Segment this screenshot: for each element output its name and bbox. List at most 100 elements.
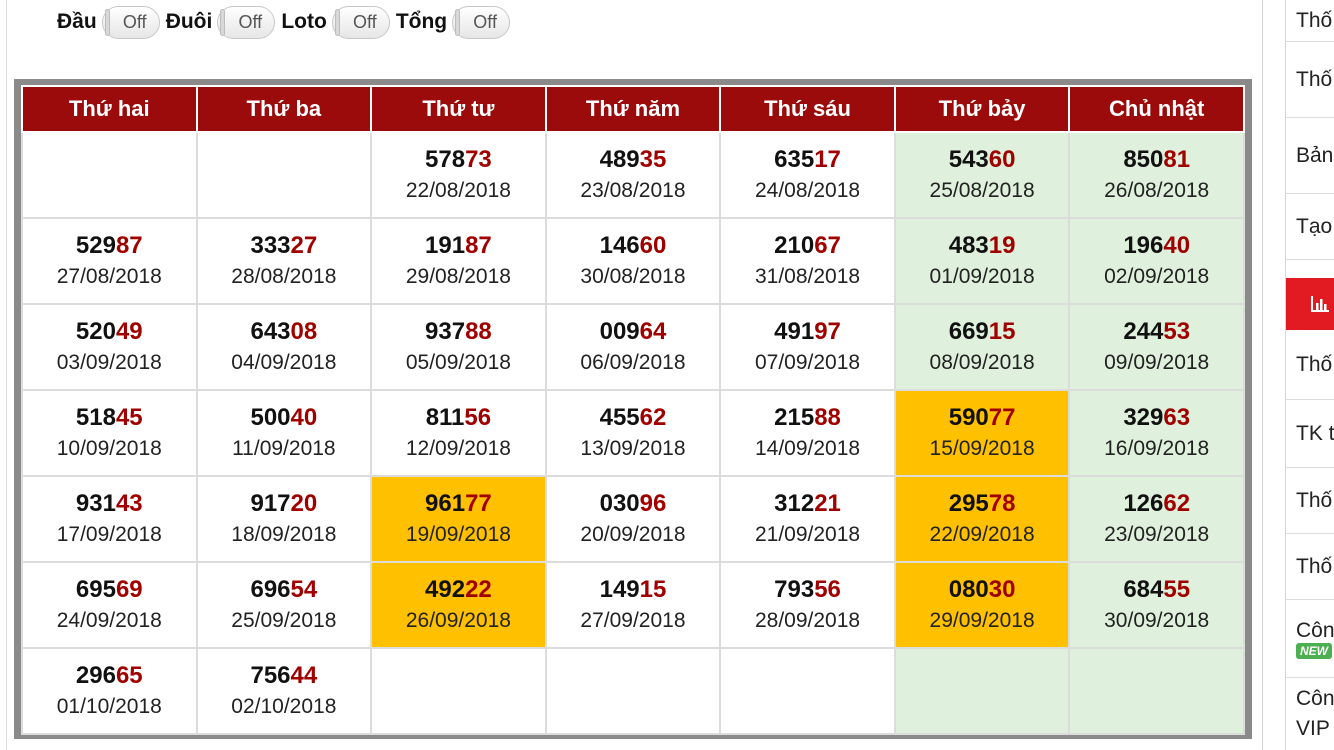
calendar-week-row: 29665 01/10/2018 75644 02/10/2018 <box>21 647 1245 735</box>
result-date: 03/09/2018 <box>56 351 162 374</box>
sidebar-item[interactable]: Thố <box>1286 0 1334 42</box>
calendar-cell: 14915 27/09/2018 <box>544 561 722 649</box>
sidebar-item[interactable]: Tạo <box>1286 194 1334 260</box>
sidebar-item-label: Thố <box>1296 488 1333 512</box>
toggle-duoi[interactable]: Off <box>217 5 276 39</box>
result-number-tail: 45 <box>115 404 143 431</box>
sidebar-item[interactable]: Thố <box>1286 468 1334 534</box>
result-date: 22/08/2018 <box>405 179 511 202</box>
result-number-head: 937 <box>425 318 466 345</box>
toggle-label-duoi: Đuôi <box>165 10 213 33</box>
sidebar-item-label: TK t <box>1296 421 1334 445</box>
result-number: 85081 <box>1070 144 1243 176</box>
sidebar-item[interactable]: Bản <box>1286 118 1334 194</box>
result-number: 96177 <box>372 488 545 520</box>
result-number-head: 635 <box>774 146 815 173</box>
result-number-tail: 15 <box>639 576 667 603</box>
result-date: 25/08/2018 <box>929 179 1035 202</box>
result-number-tail: 27 <box>290 232 318 259</box>
result-number: 50040 <box>198 402 371 434</box>
toggle-loto[interactable]: Off <box>331 5 390 39</box>
result-date: 08/09/2018 <box>929 351 1035 374</box>
calendar-cell: 93788 05/09/2018 <box>370 303 547 391</box>
result-number-tail: 35 <box>639 146 667 173</box>
result-number: 21588 <box>721 402 894 434</box>
result-date: 02/09/2018 <box>1104 265 1210 288</box>
result-date: 24/09/2018 <box>56 609 162 632</box>
result-number-head: 931 <box>75 490 116 517</box>
calendar-cell: 79356 28/09/2018 <box>719 561 896 649</box>
result-number: 52049 <box>23 316 196 348</box>
sidebar-item[interactable]: Côn NEW <box>1286 600 1334 678</box>
results-calendar: Thứ hai Thứ ba Thứ tư Thứ năm Thứ sáu Thứ bảy… <box>21 85 1245 735</box>
calendar-cell: 91720 18/09/2018 <box>195 475 373 563</box>
toggle-label-dau: Đầu <box>57 10 97 33</box>
result-number: 00964 <box>547 316 720 348</box>
result-number-tail: 63 <box>1163 404 1191 431</box>
sidebar-item[interactable]: Thố <box>1286 42 1334 118</box>
sidebar-item[interactable]: TK t <box>1286 400 1334 468</box>
result-date: 09/09/2018 <box>1104 351 1210 374</box>
calendar-body: 57873 22/08/2018 48935 23/08/2018 63517 24/08… <box>21 131 1245 735</box>
result-date: 19/09/2018 <box>405 523 511 546</box>
calendar-cell <box>195 131 373 219</box>
result-number: 66915 <box>896 316 1069 348</box>
result-number-head: 030 <box>599 490 640 517</box>
result-number-tail: 97 <box>814 318 841 345</box>
result-number: 48935 <box>547 144 720 176</box>
calendar-cell: 64308 04/09/2018 <box>195 303 373 391</box>
calendar-week-row: 69569 24/09/2018 69654 25/09/2018 49222 26/09… <box>21 561 1245 649</box>
result-number-head: 811 <box>425 404 465 431</box>
toggle-tong[interactable]: Off <box>452 5 511 39</box>
result-number-tail: 65 <box>115 662 143 689</box>
result-number-head: 756 <box>250 662 291 689</box>
result-date: 17/09/2018 <box>56 523 162 546</box>
result-number-tail: 49 <box>115 318 143 345</box>
result-number-head: 146 <box>599 232 640 259</box>
result-number-head: 492 <box>425 576 466 603</box>
result-date: 10/09/2018 <box>56 437 162 460</box>
result-date: 29/08/2018 <box>405 265 511 288</box>
result-number-head: 210 <box>774 232 815 259</box>
result-date: 18/09/2018 <box>231 523 337 546</box>
result-number-tail: 19 <box>988 232 1016 259</box>
sidebar-item[interactable]: Thố <box>1286 330 1334 400</box>
result-number-head: 191 <box>425 232 466 259</box>
result-date: 26/08/2018 <box>1104 179 1210 202</box>
result-number-tail: 77 <box>465 490 492 517</box>
result-number-head: 126 <box>1123 490 1164 517</box>
results-calendar-frame: Thứ hai Thứ ba Thứ tư Thứ năm Thứ sáu Thứ bảy… <box>14 79 1252 739</box>
result-number: 63517 <box>721 144 894 176</box>
result-date: 16/09/2018 <box>1104 437 1210 460</box>
result-date: 14/09/2018 <box>754 437 861 460</box>
result-number-tail: 55 <box>1163 576 1191 603</box>
result-date: 23/08/2018 <box>580 179 686 202</box>
calendar-cell: 52987 27/08/2018 <box>21 217 198 305</box>
calendar-cell <box>544 647 722 735</box>
toggle-dau[interactable]: Off <box>101 5 160 39</box>
sidebar-item-label: Thố <box>1296 8 1333 32</box>
result-number-tail: 56 <box>464 404 492 431</box>
calendar-cell: 96177 19/09/2018 <box>370 475 547 563</box>
calendar-cell: 19187 29/08/2018 <box>370 217 547 305</box>
result-number: 29578 <box>896 488 1069 520</box>
result-number-head: 500 <box>250 404 291 431</box>
result-number-tail: 62 <box>1163 490 1191 517</box>
day-header: Thứ ba <box>195 85 373 133</box>
sidebar-item-label: Thố <box>1296 67 1333 91</box>
sidebar-item[interactable]: Thố <box>1286 534 1334 600</box>
result-number: 03096 <box>547 488 720 520</box>
calendar-cell: 48935 23/08/2018 <box>544 131 722 219</box>
calendar-cell: 08030 29/09/2018 <box>893 561 1071 649</box>
result-number: 81156 <box>372 402 545 434</box>
result-number-tail: 87 <box>465 232 492 259</box>
calendar-cell: 32963 16/09/2018 <box>1068 389 1245 477</box>
result-number: 31221 <box>721 488 894 520</box>
sidebar-item[interactable]: Côn VIP <box>1286 678 1334 750</box>
result-number-tail: 64 <box>639 318 667 345</box>
result-number-head: 329 <box>1123 404 1164 431</box>
result-number: 19640 <box>1070 230 1243 262</box>
result-number-head: 455 <box>599 404 640 431</box>
day-header: Thứ bảy <box>893 85 1071 133</box>
result-number-tail: 20 <box>290 490 318 517</box>
